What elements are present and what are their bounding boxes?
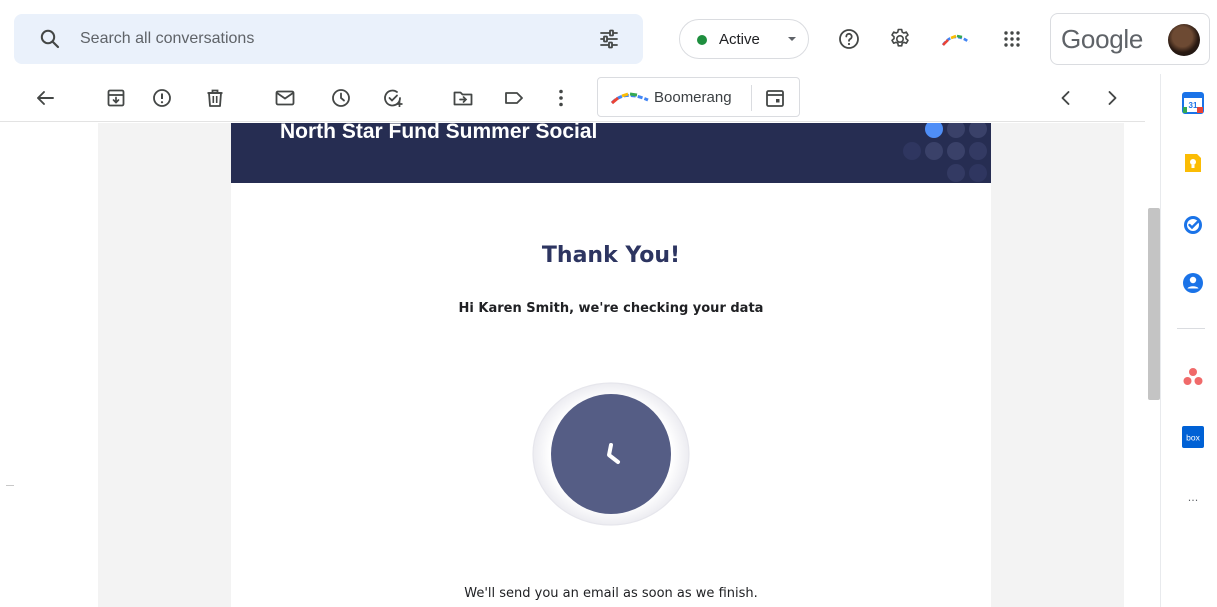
help-icon[interactable] — [837, 27, 861, 51]
email-card: North Star Fund Summer Social Thank You!… — [231, 123, 991, 567]
caret-down-icon — [788, 37, 796, 41]
edge-mark — [6, 485, 14, 486]
banner-title: North Star Fund Summer Social — [280, 123, 598, 143]
delete-icon[interactable] — [203, 86, 227, 110]
search-input[interactable] — [80, 26, 560, 52]
mark-unread-icon[interactable] — [273, 86, 297, 110]
status-label: Active — [719, 31, 760, 48]
google-contacts-icon[interactable] — [1182, 272, 1204, 294]
boomerang-button[interactable]: Boomerang — [597, 77, 800, 117]
apps-grid-icon[interactable] — [1000, 27, 1024, 51]
avatar[interactable] — [1168, 24, 1200, 56]
message-view: North Star Fund Summer Social Thank You!… — [98, 123, 1124, 607]
calendar-day: 31 — [1189, 101, 1198, 110]
search-bar[interactable] — [14, 14, 643, 64]
boomerang-logo-icon — [610, 92, 649, 105]
boomerang-label: Boomerang — [654, 89, 732, 106]
label-icon[interactable] — [502, 86, 526, 110]
back-arrow-icon[interactable] — [33, 86, 57, 110]
search-icon[interactable] — [38, 27, 62, 51]
side-panel-divider — [1177, 328, 1205, 329]
archive-icon[interactable] — [104, 86, 128, 110]
message-toolbar: Boomerang — [0, 74, 1145, 122]
asana-icon[interactable] — [1182, 366, 1204, 388]
more-vert-icon[interactable] — [549, 86, 573, 110]
decorative-dots-graphic — [903, 123, 987, 182]
thank-you-heading: Thank You! — [541, 243, 681, 268]
settings-gear-icon[interactable] — [888, 27, 912, 51]
google-wordmark: Google — [1061, 24, 1144, 54]
boomerang-logo-icon[interactable] — [940, 27, 972, 51]
box-label: box — [1186, 433, 1200, 443]
google-keep-icon[interactable] — [1182, 152, 1204, 174]
boomerang-calendar-icon[interactable] — [763, 86, 787, 110]
search-options-icon[interactable] — [597, 27, 621, 51]
status-dot — [697, 35, 707, 45]
clock-progress-icon — [532, 382, 690, 526]
more-apps-icon[interactable]: ··· — [1182, 490, 1204, 512]
older-chevron-icon[interactable] — [1100, 86, 1124, 110]
side-panel: 31 box ··· — [1160, 74, 1217, 607]
boomerang-divider — [751, 85, 752, 111]
move-to-icon[interactable] — [451, 86, 475, 110]
google-tasks-icon[interactable] — [1182, 214, 1204, 236]
email-banner: North Star Fund Summer Social — [231, 123, 991, 183]
scrollbar-thumb[interactable] — [1148, 208, 1160, 400]
google-calendar-icon[interactable]: 31 — [1182, 92, 1204, 114]
snooze-icon[interactable] — [329, 86, 353, 110]
checking-data-text: Hi Karen Smith, we're checking your data — [458, 301, 764, 316]
footer-message: We'll send you an email as soon as we fi… — [464, 586, 758, 601]
gmail-window: Active Google Boomerang 31 — [0, 0, 1217, 607]
newer-chevron-icon[interactable] — [1054, 86, 1078, 110]
google-account-button[interactable]: Google — [1050, 13, 1210, 65]
more-apps-label: ··· — [1188, 494, 1199, 507]
add-to-tasks-icon[interactable] — [381, 86, 405, 110]
report-spam-icon[interactable] — [150, 86, 174, 110]
box-icon[interactable]: box — [1182, 426, 1204, 448]
status-selector[interactable]: Active — [679, 19, 809, 59]
